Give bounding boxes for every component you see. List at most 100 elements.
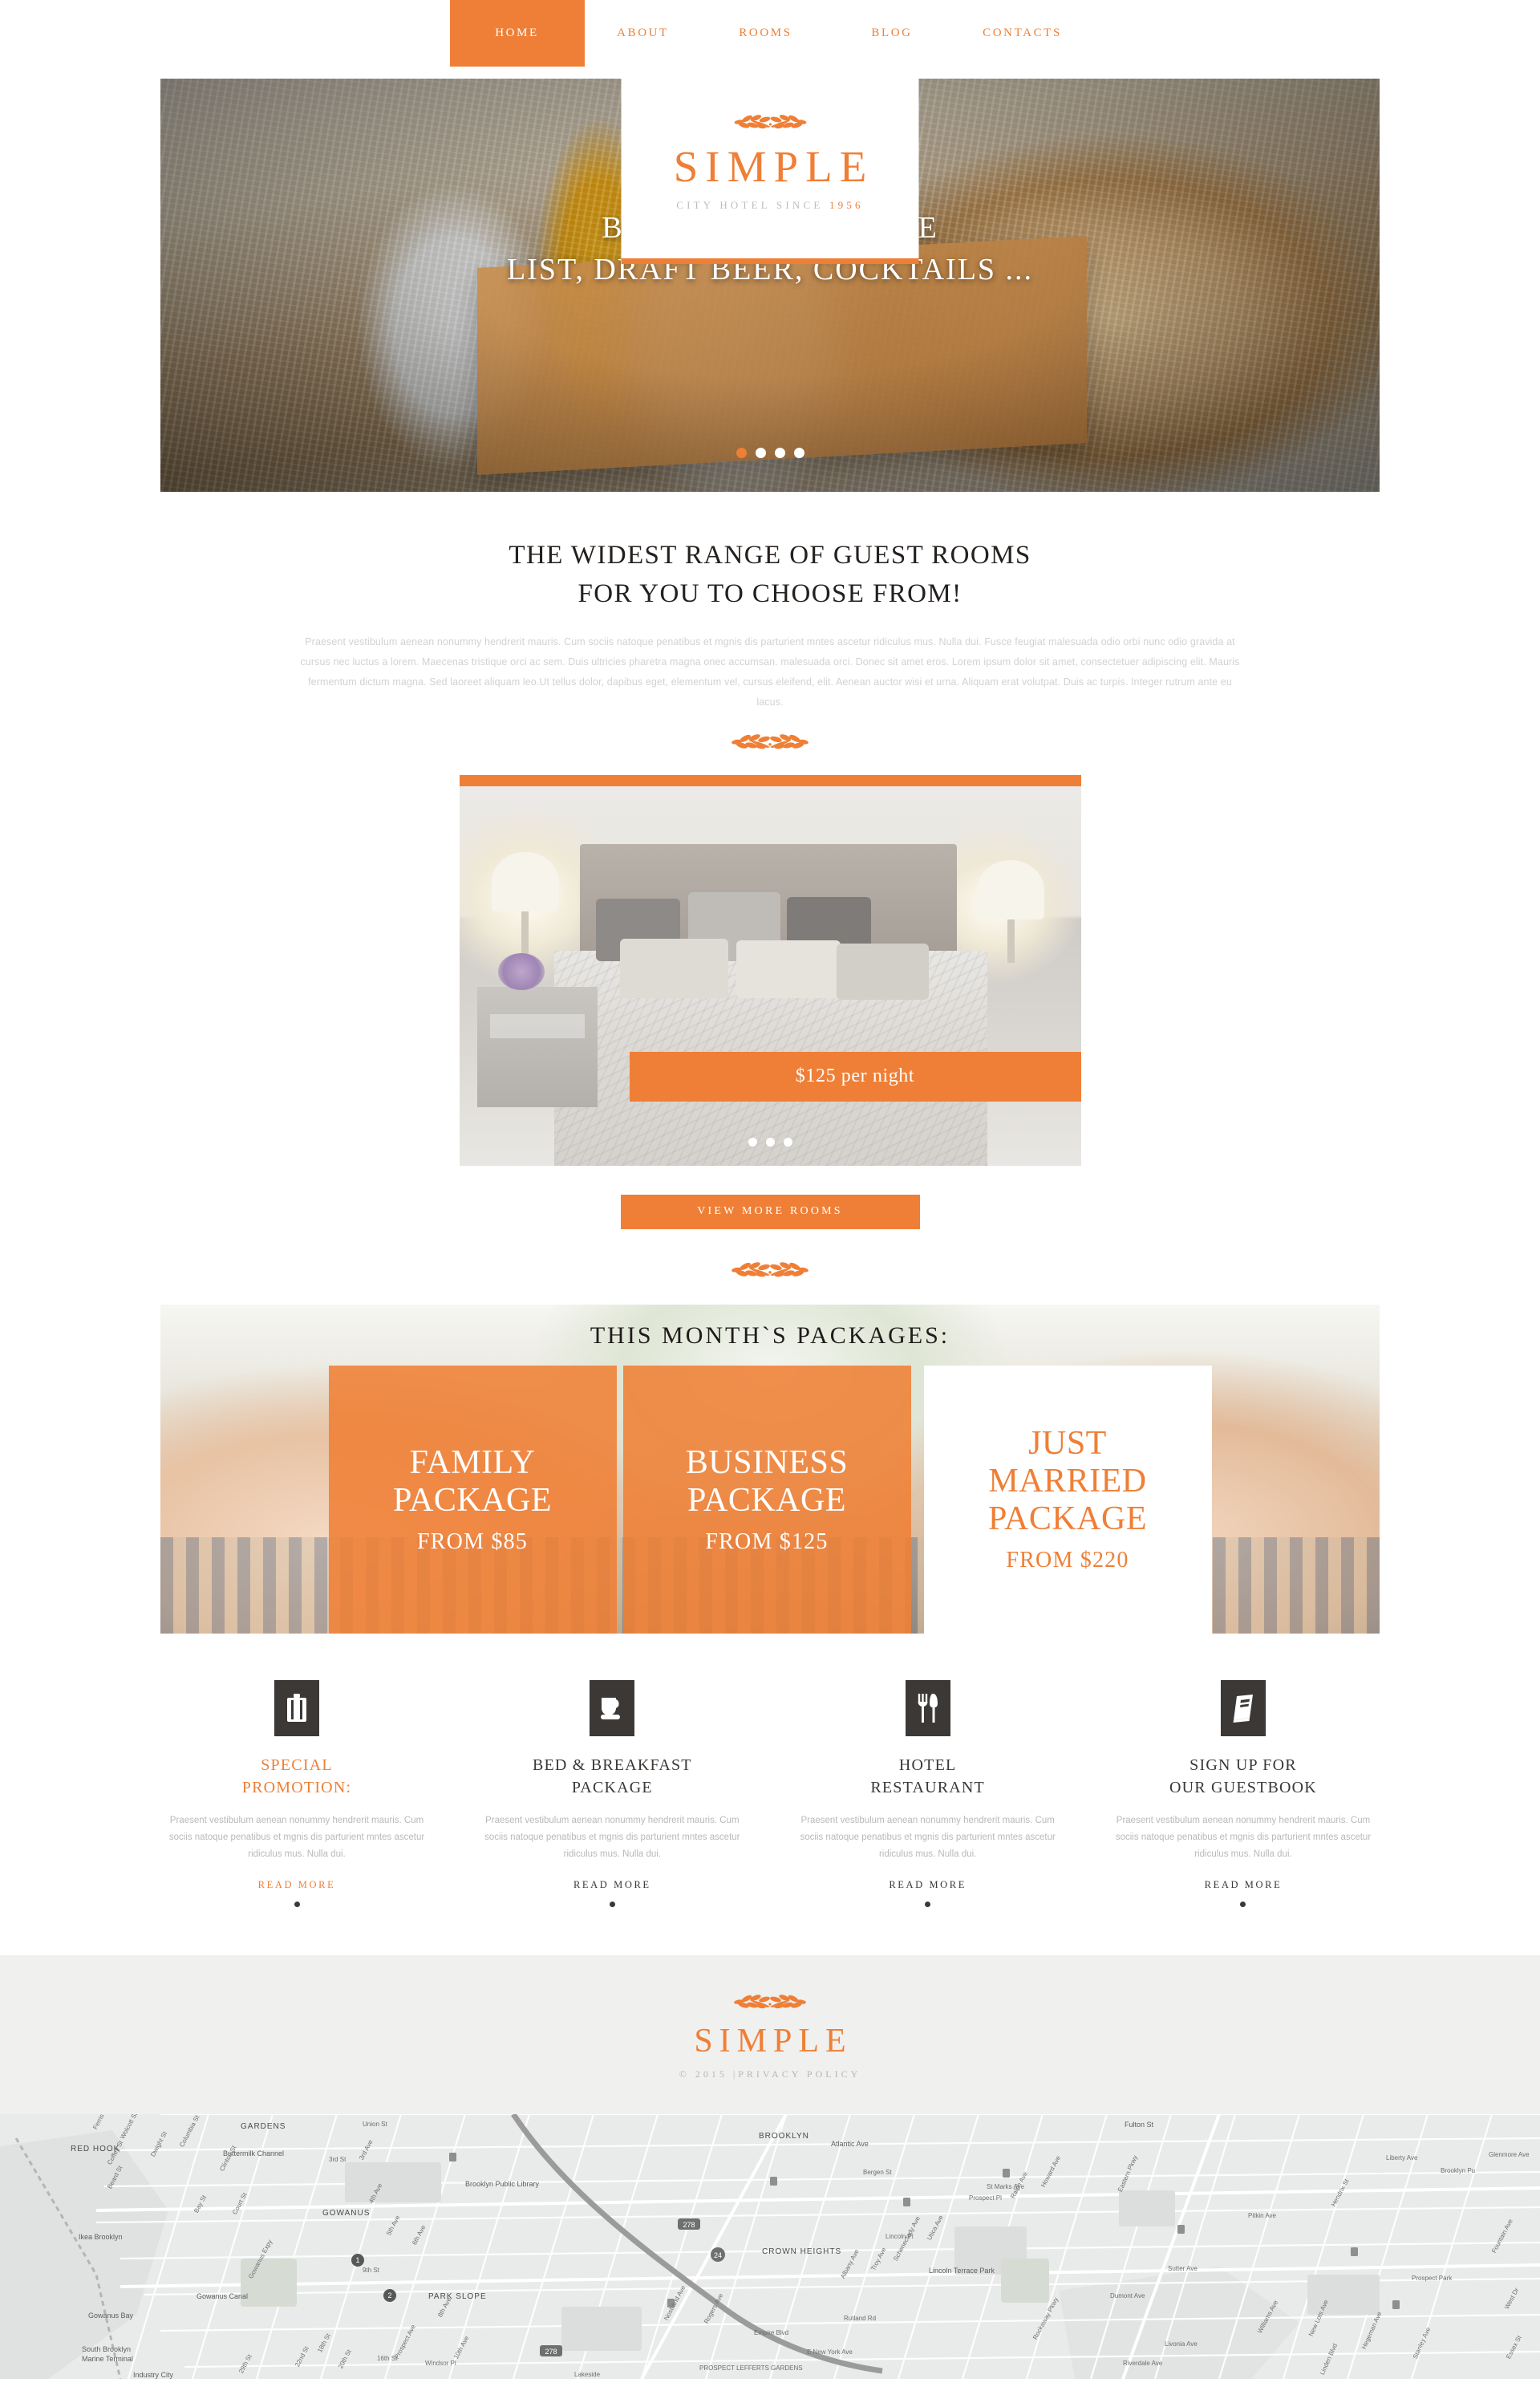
- view-more-rooms-label: VIEW MORE ROOMS: [697, 1205, 843, 1218]
- feature-title-line-2: PACKAGE: [571, 1779, 653, 1797]
- feature-body-bed-and-breakfast: Praesent vestibulum aenean nonummy hendr…: [484, 1816, 740, 1860]
- map-label-bergen-st: Bergen St: [863, 2169, 892, 2177]
- map-label-livonia-ave: Livonia Ave: [1165, 2340, 1198, 2348]
- map-label-riverdale-ave: Riverdale Ave: [1123, 2360, 1163, 2368]
- map-label-ikea-brooklyn: Ikea Brooklyn: [79, 2233, 123, 2242]
- feature-title-line-1: SIGN UP FOR: [1189, 1756, 1297, 1774]
- room-dot-1[interactable]: [748, 1137, 757, 1147]
- location-map[interactable]: 278 24 278 GARDENS RED HOOK Buttermilk C…: [0, 2114, 1540, 2380]
- nav-item-contacts[interactable]: CONTACTS: [954, 0, 1091, 67]
- feature-title-line-1: SPECIAL: [261, 1756, 333, 1774]
- room-price-badge: $125 per night: [629, 1051, 1081, 1102]
- map-label-gowanus: GOWANUS: [322, 2209, 371, 2218]
- footer-copyright[interactable]: © 2015 |PRIVACY POLICY: [0, 2068, 1540, 2080]
- rooms-section: $125 per night VIEW MORE ROOMS: [0, 759, 1540, 1229]
- logo-tagline-year: 1956: [829, 198, 864, 211]
- room-slider-dots[interactable]: [460, 1137, 1081, 1147]
- room-dot-3[interactable]: [783, 1137, 792, 1147]
- map-label-gardens: GARDENS: [241, 2122, 286, 2132]
- map-label-brooklyn-public-library: Brooklyn Public Library: [465, 2180, 540, 2189]
- read-more-link-hotel-restaurant[interactable]: READ MORE: [889, 1879, 967, 1891]
- map-label-pitkin-ave: Pitkin Ave: [1248, 2212, 1276, 2220]
- map-label-9th-st: 9th St: [363, 2267, 379, 2275]
- feature-hotel-restaurant: HOTEL RESTAURANT Praesent vestibulum aen…: [792, 1679, 1064, 1908]
- site-logo[interactable]: SIMPLE CITY HOTEL SINCE 1956: [621, 67, 919, 264]
- intro-paragraph: Praesent vestibulum aenean nonummy hendr…: [300, 635, 1240, 708]
- hero-dot-2[interactable]: [755, 448, 766, 458]
- package-card-just-married[interactable]: JUST MARRIED PACKAGE FROM $220: [923, 1365, 1212, 1634]
- map-label-liberty-ave: Liberty Ave: [1386, 2154, 1418, 2162]
- package-married-line-2: MARRIED: [988, 1463, 1147, 1500]
- read-more-link-special-promotion[interactable]: READ MORE: [258, 1879, 336, 1891]
- page-title-line-2: FOR YOU TO CHOOSE FROM!: [578, 578, 962, 608]
- hero-dot-3[interactable]: [774, 448, 785, 458]
- hero-dot-1[interactable]: [736, 448, 747, 458]
- packages-banner: THIS MONTH`S PACKAGES: FAMILY PACKAGE FR…: [160, 1304, 1380, 1634]
- feature-guestbook: SIGN UP FOR OUR GUESTBOOK Praesent vesti…: [1107, 1679, 1380, 1908]
- feature-dot: [925, 1902, 931, 1908]
- package-price-just-married: FROM $220: [1006, 1548, 1129, 1573]
- package-price-family: FROM $85: [417, 1528, 528, 1554]
- map-label-sutter-ave: Sutter Ave: [1168, 2265, 1198, 2273]
- footer-logo-wordmark: SIMPLE: [694, 2023, 853, 2060]
- nav-item-rooms[interactable]: ROOMS: [702, 0, 830, 67]
- map-label-prospect-lefferts-gardens: PROSPECT LEFFERTS GARDENS: [699, 2364, 803, 2372]
- map-label-e-new-york-ave: E New York Ave: [807, 2348, 853, 2356]
- packages-title: THIS MONTH`S PACKAGES:: [590, 1321, 950, 1349]
- feature-body-special-promotion: Praesent vestibulum aenean nonummy hendr…: [168, 1816, 425, 1860]
- nav-item-home[interactable]: HOME: [449, 0, 585, 67]
- map-label-dumont-ave: Dumont Ave: [1110, 2292, 1145, 2300]
- room-flowers-shape: [497, 952, 545, 990]
- hero-dot-4[interactable]: [793, 448, 804, 458]
- read-more-link-bed-and-breakfast[interactable]: READ MORE: [573, 1879, 651, 1891]
- svg-text:24: 24: [714, 2251, 722, 2259]
- view-more-rooms-button[interactable]: VIEW MORE ROOMS: [620, 1194, 920, 1229]
- room-slider: $125 per night: [459, 774, 1081, 1166]
- nav-label-contacts: CONTACTS: [983, 26, 1062, 39]
- feature-title-special-promotion: SPECIAL PROMOTION:: [160, 1754, 433, 1800]
- nav-label-home: HOME: [495, 26, 539, 39]
- logo-tagline: CITY HOTEL SINCE 1956: [676, 199, 864, 212]
- laurel-ornament-footer-icon: [734, 1995, 806, 2009]
- nav-item-about[interactable]: ABOUT: [585, 0, 702, 67]
- read-more-link-guestbook[interactable]: READ MORE: [1205, 1879, 1283, 1891]
- package-family-line-2: PACKAGE: [393, 1481, 552, 1519]
- feature-bed-and-breakfast: BED & BREAKFAST PACKAGE Praesent vestibu…: [476, 1679, 748, 1908]
- hero-slider: BEST COOKING,WINE LIST, DRAFT BEER, COCK…: [0, 67, 1540, 492]
- package-card-business[interactable]: BUSINESS PACKAGE FROM $125: [622, 1365, 911, 1634]
- map-label-brooklyn: BROOKLYN: [759, 2132, 809, 2141]
- package-business-line-2: PACKAGE: [687, 1481, 846, 1519]
- feature-title-line-1: BED & BREAKFAST: [532, 1756, 692, 1774]
- room-dot-2[interactable]: [765, 1137, 775, 1147]
- map-label-3rd-st: 3rd St: [329, 2156, 346, 2164]
- hero-slider-dots[interactable]: [0, 448, 1540, 458]
- packages-section: THIS MONTH`S PACKAGES: FAMILY PACKAGE FR…: [0, 1261, 1540, 1634]
- map-label-rutland-rd: Rutland Rd: [844, 2315, 877, 2323]
- room-price-label: $125 per night: [795, 1065, 915, 1087]
- feature-title-hotel-restaurant: HOTEL RESTAURANT: [792, 1754, 1064, 1800]
- laurel-divider-icon: [732, 733, 808, 749]
- feature-title-line-2: OUR GUESTBOOK: [1169, 1779, 1317, 1797]
- suitcase-icon: [274, 1679, 319, 1736]
- map-label-brooklyn-pu: Brooklyn Pu: [1441, 2167, 1476, 2175]
- feature-body-hotel-restaurant: Praesent vestibulum aenean nonummy hendr…: [800, 1816, 1056, 1860]
- feature-title-line-1: HOTEL: [898, 1756, 957, 1774]
- nav-label-blog: BLOG: [871, 26, 913, 39]
- svg-text:278: 278: [683, 2221, 695, 2229]
- package-married-line-1: JUST: [1028, 1425, 1107, 1463]
- features-section: SPECIAL PROMOTION: Praesent vestibulum a…: [0, 1634, 1540, 1956]
- package-family-line-1: FAMILY: [409, 1443, 536, 1481]
- map-label-prospect-pl: Prospect Pl: [969, 2194, 1002, 2202]
- feature-dot: [294, 1902, 300, 1908]
- feature-body-guestbook: Praesent vestibulum aenean nonummy hendr…: [1115, 1816, 1372, 1860]
- site-footer: SIMPLE © 2015 |PRIVACY POLICY: [0, 1955, 1540, 2115]
- package-name-business: BUSINESS PACKAGE: [686, 1444, 848, 1520]
- map-label-empire-blvd: Empire Blvd: [754, 2329, 789, 2337]
- laurel-ornament-icon: [734, 114, 806, 128]
- logo-wordmark: SIMPLE: [673, 141, 874, 191]
- nav-item-blog[interactable]: BLOG: [830, 0, 954, 67]
- package-card-family[interactable]: FAMILY PACKAGE FROM $85: [328, 1365, 617, 1634]
- room-accent-bar: [459, 774, 1081, 786]
- map-label-park-slope: PARK SLOPE: [428, 2292, 487, 2302]
- room-pillow: [836, 943, 929, 1000]
